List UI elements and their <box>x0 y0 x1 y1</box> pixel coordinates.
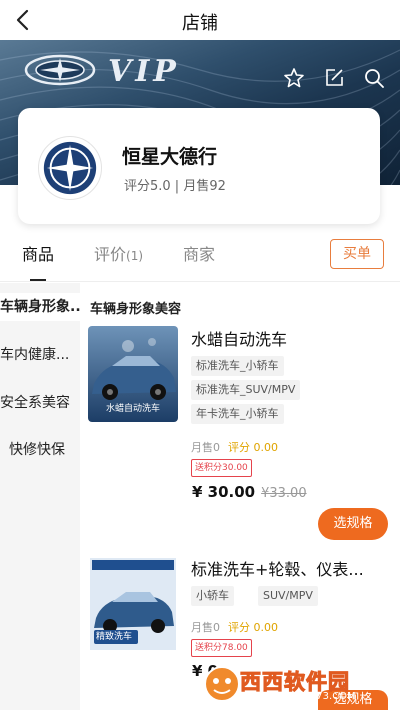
tab-reviews-label: 评价 <box>94 245 127 264</box>
edit-share-icon[interactable] <box>322 66 346 90</box>
watermark-logo-icon <box>204 666 240 702</box>
store-name: 恒星大德行 <box>122 146 218 168</box>
buy-button[interactable]: 买单 <box>330 239 384 269</box>
product-tag: 小轿车 <box>191 586 234 606</box>
product-sales: 月售0 评分 0.00 <box>191 619 278 635</box>
product-sales: 月售0 评分 0.00 <box>191 439 278 455</box>
product-name[interactable]: 标准洗车+轮毂、仪表... <box>191 556 364 580</box>
product-image[interactable]: 水蜡自动洗车 <box>88 326 178 422</box>
top-nav-bar: 店铺 <box>0 0 400 40</box>
product-image[interactable]: 精致洗车 <box>88 556 178 652</box>
tab-reviews-count: (1) <box>126 249 144 263</box>
original-price: ¥33.00 <box>261 486 307 501</box>
product-rating: 评分 0.00 <box>228 621 278 634</box>
category-sidebar: 车辆身形象... 车内健康... 安全系美容 快修快保 <box>0 283 80 710</box>
product-tag: 标准洗车_SUV/MPV <box>191 380 301 400</box>
points-badge: 送积分78.00 <box>191 639 252 657</box>
product-rating: 评分 0.00 <box>228 441 278 454</box>
product-image-caption: 精致洗车 <box>96 632 133 642</box>
vip-label: VIP <box>108 54 180 89</box>
site-watermark: 西西软件园 CR173.COM <box>200 660 400 710</box>
watermark-url: CR173.COM <box>296 691 356 702</box>
store-info-card: 恒星大德行 评分5.0 | 月售92 <box>18 108 380 224</box>
choose-spec-button[interactable]: 选规格 <box>318 508 388 540</box>
product-tag: 标准洗车_小轿车 <box>191 356 284 376</box>
category-item[interactable]: 安全系美容 <box>0 389 80 417</box>
monthly-sales: 月售0 <box>191 621 220 634</box>
product-image-caption: 水蜡自动洗车 <box>105 404 160 414</box>
category-item[interactable]: 车内健康... <box>0 341 80 369</box>
section-title: 车辆身形象美容 <box>90 302 182 317</box>
product-tag: 年卡洗车_小轿车 <box>191 404 284 424</box>
store-tabs: 商品 评价(1) 商家 买单 <box>0 236 400 282</box>
points-badge: 送积分30.00 <box>191 459 252 477</box>
monthly-sales: 月售0 <box>191 441 220 454</box>
active-tab-indicator <box>30 279 46 281</box>
page-title: 店铺 <box>182 13 218 34</box>
category-item[interactable]: 车辆身形象... <box>0 293 80 321</box>
product-price: ¥ 30.00 ¥33.00 <box>192 483 307 501</box>
tab-goods[interactable]: 商品 <box>22 241 54 265</box>
tab-reviews[interactable]: 评价(1) <box>94 241 143 265</box>
brand-logo-icon <box>24 54 96 86</box>
store-avatar <box>38 136 102 200</box>
star-favorite-icon[interactable] <box>282 66 306 90</box>
product-card[interactable]: 水蜡自动洗车 水蜡自动洗车 标准洗车_小轿车 标准洗车_SUV/MPV 年卡洗车… <box>88 326 400 546</box>
tab-merchant[interactable]: 商家 <box>183 241 215 265</box>
category-item[interactable]: 快修快保 <box>0 436 80 464</box>
banner-actions <box>282 66 386 90</box>
product-tag: SUV/MPV <box>258 586 318 606</box>
search-icon[interactable] <box>362 66 386 90</box>
store-rating-sales: 评分5.0 | 月售92 <box>124 179 226 194</box>
product-name[interactable]: 水蜡自动洗车 <box>191 326 287 350</box>
current-price: ¥ 30.00 <box>192 483 256 501</box>
